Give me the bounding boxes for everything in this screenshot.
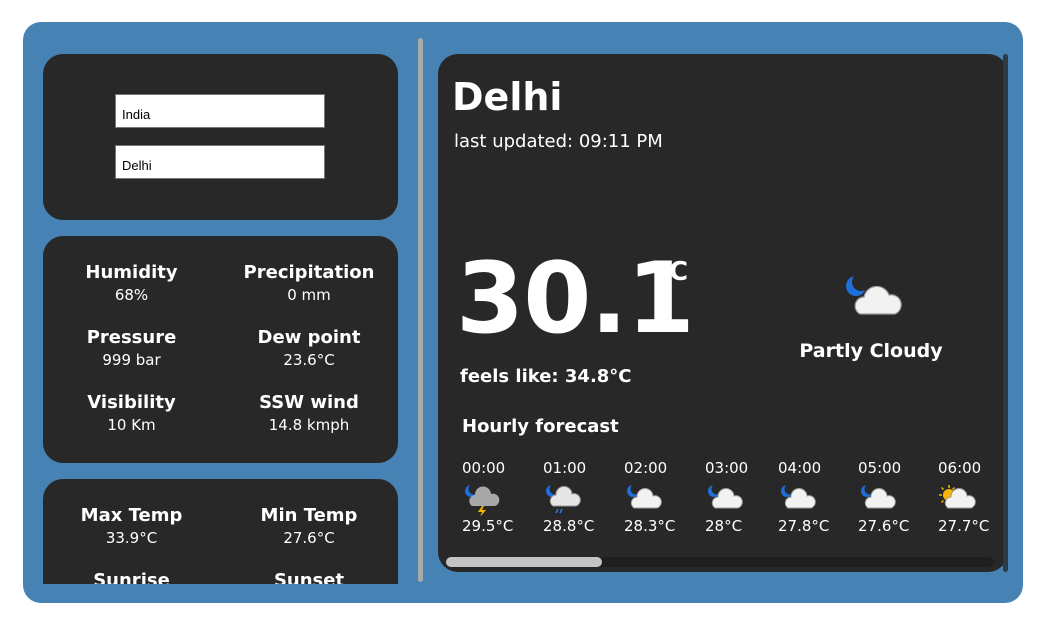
left-column-scrollbar[interactable] xyxy=(418,38,423,582)
hourly-item: 00:00 29.5°C xyxy=(462,458,532,536)
stat-label: Precipitation xyxy=(243,262,375,283)
stat-value: 999 bar xyxy=(102,351,161,369)
hourly-forecast-title: Hourly forecast xyxy=(462,416,619,437)
partly-cloudy-night-icon xyxy=(781,484,816,509)
hour-temp: 28°C xyxy=(705,517,743,535)
light-rain-night-icon xyxy=(546,484,581,514)
stat-label: Pressure xyxy=(86,327,177,348)
main-panel-scrollbar[interactable] xyxy=(1003,54,1008,572)
temperature-unit: °C xyxy=(656,257,689,287)
feels-like: feels like: 34.8°C xyxy=(460,366,632,387)
weather-app: Humidity 68% Precipitation 0 mm Pressure… xyxy=(23,22,1023,603)
hour-time: 05:00 xyxy=(858,459,902,477)
search-panel xyxy=(43,54,398,220)
stat-label: Min Temp xyxy=(260,505,358,526)
dew-point-stat: Dew point 23.6°C xyxy=(220,326,398,391)
stat-value: 68% xyxy=(114,286,149,304)
hourly-item: 03:00 28°C xyxy=(705,458,775,536)
partly-cloudy-day-icon xyxy=(939,485,976,509)
humidity-stat: Humidity 68% xyxy=(43,261,220,326)
stat-label: Max Temp xyxy=(80,505,183,526)
partly-cloudy-night-icon xyxy=(627,484,662,509)
hour-temp: 28.3°C xyxy=(624,517,676,535)
stat-label: Visibility xyxy=(87,392,176,413)
hour-time: 02:00 xyxy=(624,459,668,477)
partly-cloudy-night-icon xyxy=(846,273,902,315)
sunset-stat: Sunset xyxy=(220,569,398,584)
hour-temp: 27.7°C xyxy=(938,517,990,535)
precipitation-stat: Precipitation 0 mm xyxy=(220,261,398,326)
stat-label: Sunset xyxy=(273,570,345,584)
hour-temp: 27.6°C xyxy=(858,517,910,535)
wind-stat: SSW wind 14.8 kmph xyxy=(220,391,398,456)
temperature-panel: Max Temp 33.9°C Min Temp 27.6°C Sunrise … xyxy=(43,479,398,584)
left-column[interactable]: Humidity 68% Precipitation 0 mm Pressure… xyxy=(23,22,443,584)
hour-time: 04:00 xyxy=(778,459,822,477)
stat-value: 23.6°C xyxy=(283,351,335,369)
hourly-forecast-list[interactable]: 00:00 29.5°C 01:00 28.8°C 02:00 28.3°C 0… xyxy=(462,458,1008,553)
city-name: Delhi xyxy=(452,75,563,119)
hourly-item: 05:00 27.6°C xyxy=(858,458,928,536)
city-input[interactable] xyxy=(115,145,325,179)
hour-time: 06:00 xyxy=(938,459,982,477)
hourly-item: 02:00 28.3°C xyxy=(624,458,694,536)
hour-time: 00:00 xyxy=(462,459,506,477)
hour-temp: 29.5°C xyxy=(462,517,514,535)
min-temp-stat: Min Temp 27.6°C xyxy=(220,504,398,569)
stat-label: Dew point xyxy=(257,327,361,348)
hourly-item: 01:00 28.8°C xyxy=(543,458,613,536)
thunderstorm-night-icon xyxy=(465,484,500,516)
pressure-stat: Pressure 999 bar xyxy=(43,326,220,391)
sunrise-stat: Sunrise xyxy=(43,569,220,584)
stat-value: 10 Km xyxy=(107,416,156,434)
stat-value: 27.6°C xyxy=(283,529,335,547)
partly-cloudy-night-icon xyxy=(861,484,896,509)
hour-time: 03:00 xyxy=(705,459,749,477)
country-input[interactable] xyxy=(115,94,325,128)
visibility-stat: Visibility 10 Km xyxy=(43,391,220,456)
hour-temp: 27.8°C xyxy=(778,517,830,535)
stat-value: 33.9°C xyxy=(105,529,158,547)
hourly-item: 06:00 27.7°C xyxy=(938,458,1008,536)
stat-value: 14.8 kmph xyxy=(268,416,350,434)
last-updated: last updated: 09:11 PM xyxy=(454,131,663,152)
stat-value: 0 mm xyxy=(287,286,331,304)
hourly-item: 04:00 27.8°C xyxy=(778,458,848,536)
stat-label: SSW wind xyxy=(259,392,359,413)
hourly-scrollbar-thumb[interactable] xyxy=(446,557,602,567)
current-weather-panel: Delhi last updated: 09:11 PM 30.1 °C fee… xyxy=(438,54,1008,572)
max-temp-stat: Max Temp 33.9°C xyxy=(43,504,220,569)
weather-details-panel: Humidity 68% Precipitation 0 mm Pressure… xyxy=(43,236,398,463)
hour-temp: 28.8°C xyxy=(543,517,595,535)
hour-time: 01:00 xyxy=(543,459,587,477)
hourly-scrollbar-track[interactable] xyxy=(446,557,994,567)
partly-cloudy-night-icon xyxy=(708,484,743,509)
condition-text: Partly Cloudy xyxy=(799,340,943,362)
stat-label: Humidity xyxy=(85,262,178,283)
stat-label: Sunrise xyxy=(93,570,170,584)
